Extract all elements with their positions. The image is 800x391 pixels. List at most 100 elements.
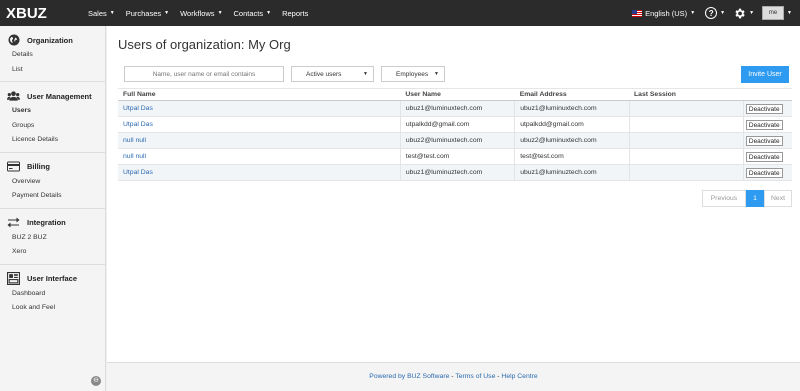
- full-name-link[interactable]: null null: [118, 148, 401, 165]
- chevron-down-icon: ▼: [217, 10, 223, 16]
- terms-of-use-link[interactable]: Terms of Use: [455, 373, 495, 380]
- sidebar-head-integration[interactable]: Integration: [0, 215, 105, 231]
- sidebar-item-groups[interactable]: Groups: [0, 119, 105, 134]
- menu-workflows[interactable]: Workflows ▼: [180, 9, 222, 18]
- sidebar-section-organization: Organization Details List: [0, 26, 105, 82]
- menu-purchases[interactable]: Purchases ▼: [126, 9, 169, 18]
- col-actions: [743, 88, 792, 101]
- table-row: Utpal Das utpalkdd@gmail.com utpalkdd@gm…: [118, 116, 792, 133]
- table-row: Utpal Das ubuz1@luminuxtech.com ubuz1@lu…: [118, 100, 792, 117]
- current-page-button[interactable]: 1: [746, 190, 764, 207]
- sidebar-head-user-interface[interactable]: User Interface: [0, 271, 105, 287]
- logo-text: BUZ: [16, 4, 47, 22]
- next-page-button[interactable]: Next: [764, 190, 792, 207]
- user-menu[interactable]: me ▼: [762, 6, 792, 20]
- action-cell: Deactivate: [742, 100, 792, 117]
- status-filter-value: Active users: [306, 70, 342, 78]
- deactivate-button[interactable]: Deactivate: [745, 119, 783, 130]
- page-title: Users of organization: My Org: [118, 37, 291, 52]
- table-row: Utpal Das ubuz1@luminuztech.com ubuz1@lu…: [118, 164, 792, 181]
- header-tools: English (US) ▼ ? ▼ ▼ me ▼: [632, 0, 792, 26]
- deactivate-button[interactable]: Deactivate: [745, 167, 783, 178]
- menu-reports-label: Reports: [282, 8, 309, 18]
- top-navigation-bar: X BUZ Sales ▼ Purchases ▼ Workflows ▼ Conta…: [0, 0, 800, 26]
- sidebar-item-users[interactable]: Users: [0, 104, 105, 119]
- full-name-link[interactable]: null null: [118, 132, 401, 149]
- sidebar-item-dashboard[interactable]: Dashboard: [0, 287, 105, 302]
- sidebar-head-billing[interactable]: Billing: [0, 159, 105, 175]
- language-selector[interactable]: English (US) ▼: [632, 9, 695, 18]
- chevron-down-icon: ▼: [164, 10, 170, 16]
- deactivate-button[interactable]: Deactivate: [745, 135, 783, 146]
- settings-menu[interactable]: ▼: [733, 7, 754, 20]
- sidebar-section-user-management: User Management Users Groups Licence Det…: [0, 82, 105, 153]
- action-cell: Deactivate: [742, 164, 792, 181]
- menu-contacts[interactable]: Contacts ▼: [234, 9, 272, 18]
- full-name-link[interactable]: Utpal Das: [118, 164, 401, 181]
- last-session-cell: [628, 148, 744, 165]
- action-cell: Deactivate: [742, 132, 792, 149]
- col-email-address[interactable]: Email Address: [514, 88, 630, 101]
- status-filter-select[interactable]: Active users ▼: [291, 66, 374, 82]
- deactivate-button[interactable]: Deactivate: [745, 103, 783, 114]
- sidebar-head-label: User Management: [27, 91, 92, 101]
- sidebar-item-look-and-feel[interactable]: Look and Feel: [0, 301, 105, 316]
- col-last-session[interactable]: Last Session: [629, 88, 744, 101]
- sidebar-head-organization[interactable]: Organization: [0, 32, 105, 48]
- menu-purchases-label: Purchases: [125, 8, 162, 18]
- sidebar-item-buz-2-buz[interactable]: BUZ 2 BUZ: [0, 231, 105, 246]
- chevron-down-icon: ▼: [787, 10, 792, 16]
- help-menu[interactable]: ? ▼: [705, 7, 725, 19]
- sidebar-item-licence-details[interactable]: Licence Details: [0, 133, 105, 148]
- menu-sales[interactable]: Sales ▼: [88, 9, 115, 18]
- email-cell: test@test.com: [514, 148, 630, 165]
- chevron-down-icon: ▼: [363, 71, 368, 77]
- col-user-name[interactable]: User Name: [400, 88, 515, 101]
- deactivate-button[interactable]: Deactivate: [745, 151, 783, 162]
- email-cell: utpalkdd@gmail.com: [514, 116, 630, 133]
- chevron-down-icon: ▼: [434, 71, 439, 77]
- sidebar-item-details[interactable]: Details: [0, 48, 105, 63]
- search-input[interactable]: [124, 66, 284, 82]
- buz-logo[interactable]: X BUZ: [6, 5, 78, 22]
- chevron-down-icon: ▼: [690, 10, 696, 16]
- sidebar-section-user-interface: User Interface Dashboard Look and Feel: [0, 265, 105, 320]
- full-name-link[interactable]: Utpal Das: [118, 116, 401, 133]
- collapse-sidebar-icon[interactable]: ⊖: [91, 376, 101, 386]
- last-session-cell: [628, 116, 744, 133]
- sidebar-section-billing: Billing Overview Payment Details: [0, 153, 105, 209]
- sidebar-head-user-management[interactable]: User Management: [0, 88, 105, 104]
- chevron-down-icon: ▼: [749, 10, 755, 16]
- main-content: Users of organization: My Org Active use…: [107, 26, 800, 362]
- chevron-down-icon: ▼: [720, 10, 726, 16]
- globe-icon: [7, 34, 20, 47]
- help-centre-link[interactable]: Help Centre: [501, 373, 537, 380]
- language-label: English (US): [645, 8, 688, 18]
- sidebar-item-overview[interactable]: Overview: [0, 175, 105, 190]
- user-name-cell: ubuz2@luminuxtech.com: [399, 132, 515, 149]
- type-filter-select[interactable]: Employees ▼: [381, 66, 445, 82]
- us-flag-icon: [632, 9, 643, 17]
- footer: Powered by BUZ Software - Terms of Use -…: [107, 362, 800, 391]
- col-full-name[interactable]: Full Name: [118, 88, 401, 101]
- email-cell: ubuz1@luminuztech.com: [514, 164, 630, 181]
- powered-by-link[interactable]: Powered by BUZ Software: [369, 373, 449, 380]
- action-cell: Deactivate: [742, 148, 792, 165]
- table-header-row: Full Name User Name Email Address Last S…: [118, 88, 792, 101]
- sidebar-head-label: User Interface: [27, 274, 78, 283]
- logo-x-mark: X: [6, 4, 16, 22]
- menu-reports[interactable]: Reports: [282, 9, 308, 18]
- full-name-link[interactable]: Utpal Das: [118, 100, 401, 117]
- sidebar-item-payment-details[interactable]: Payment Details: [0, 189, 105, 204]
- invite-user-button[interactable]: Invite User: [741, 66, 789, 83]
- action-cell: Deactivate: [742, 116, 792, 133]
- sidebar-head-label: Billing: [27, 162, 50, 171]
- gear-icon: [735, 8, 745, 18]
- sidebar-item-xero[interactable]: Xero: [0, 245, 105, 260]
- user-name-cell: utpalkdd@gmail.com: [399, 116, 515, 133]
- sidebar-head-label: Organization: [27, 35, 73, 45]
- user-name-cell: ubuz1@luminuztech.com: [399, 164, 515, 181]
- sidebar-item-list[interactable]: List: [0, 63, 105, 78]
- menu-contacts-label: Contacts: [233, 8, 264, 18]
- previous-page-button[interactable]: Previous: [702, 190, 746, 207]
